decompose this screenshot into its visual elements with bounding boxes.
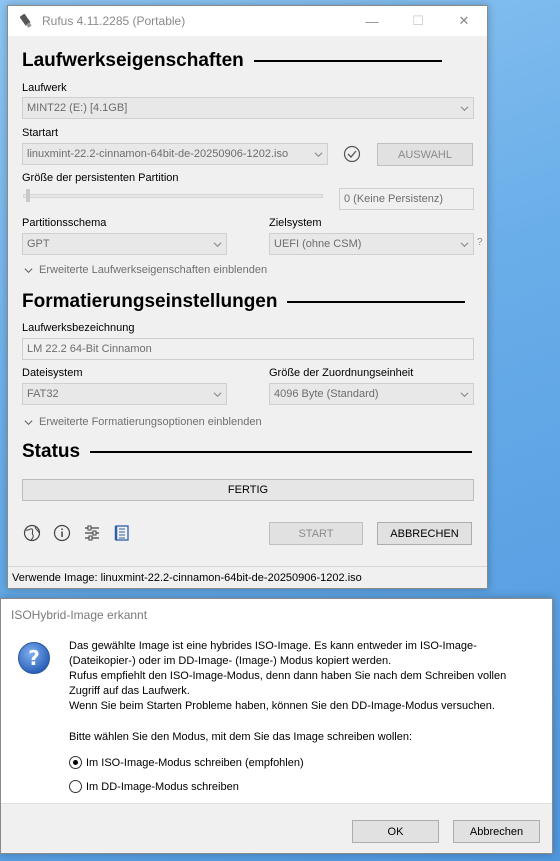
message-line: (Dateikopier-) oder im DD-Image- (Image-… — [69, 655, 392, 667]
target-system-help-icon[interactable]: ? — [477, 237, 483, 248]
chevron-down-icon — [460, 242, 469, 248]
select-image-button[interactable]: AUSWAHL — [377, 143, 473, 166]
status-heading: Status — [22, 441, 473, 463]
ok-button[interactable]: OK — [352, 820, 439, 843]
dialog-footer: OK Abbrechen — [1, 803, 552, 853]
dialog-title: ISOHybrid-Image erkannt — [11, 608, 148, 622]
advanced-format-toggle[interactable]: Erweiterte Formatierungsoptionen einblen… — [24, 416, 262, 428]
svg-text:?: ? — [28, 646, 40, 670]
dialog-prompt: Bitte wählen Sie den Modus, mit dem Sie … — [69, 731, 413, 743]
drive-properties-heading: Laufwerkseigenschaften — [22, 50, 442, 72]
status-bar-text: Verwende Image: linuxmint-22.2-cinnamon-… — [12, 571, 362, 584]
dialog-message: Das gewählte Image ist eine hybrides ISO… — [69, 639, 506, 714]
partition-scheme-select[interactable]: GPT — [22, 233, 227, 255]
question-icon: ? — [18, 642, 50, 674]
isohybrid-dialog: ISOHybrid-Image erkannt ? Das gewählte I… — [0, 598, 553, 854]
cluster-size-label: Größe der Zuordnungseinheit — [269, 367, 414, 379]
usb-drive-icon — [19, 13, 32, 28]
volume-label-input[interactable]: LM 22.2 64-Bit Cinnamon — [22, 338, 474, 360]
title-bar[interactable]: Rufus 4.11.2285 (Portable) — ☐ ✕ — [8, 6, 487, 36]
cancel-button[interactable]: ABBRECHEN — [377, 522, 472, 545]
radio-dd-mode[interactable]: Im DD-Image-Modus schreiben — [69, 780, 239, 793]
message-line: Wenn Sie beim Starten Probleme haben, kö… — [69, 700, 495, 712]
globe-icon[interactable] — [23, 524, 41, 542]
minimize-button[interactable]: — — [349, 6, 395, 36]
info-icon[interactable] — [53, 524, 71, 542]
close-button[interactable]: ✕ — [441, 6, 487, 36]
drive-label: Laufwerk — [22, 82, 67, 94]
partition-scheme-label: Partitionsschema — [22, 217, 107, 229]
cluster-size-select[interactable]: 4096 Byte (Standard) — [269, 383, 474, 405]
target-system-select[interactable]: UEFI (ohne CSM) — [269, 233, 474, 255]
chevron-down-icon — [24, 419, 33, 425]
persistent-partition-slider[interactable] — [23, 194, 323, 198]
boot-selection-select[interactable]: linuxmint-22.2-cinnamon-64bit-de-2025090… — [22, 143, 328, 165]
chevron-down-icon — [460, 106, 469, 112]
maximize-button[interactable]: ☐ — [395, 6, 441, 36]
boot-selection-label: Startart — [22, 127, 59, 139]
message-line: Zugriff auf das Laufwerk. — [69, 685, 190, 697]
target-system-label: Zielsystem — [269, 217, 322, 229]
window-title: Rufus 4.11.2285 (Portable) — [42, 14, 186, 28]
status-bar: Verwende Image: linuxmint-22.2-cinnamon-… — [8, 566, 487, 588]
start-button[interactable]: START — [269, 522, 363, 545]
message-line: Das gewählte Image ist eine hybrides ISO… — [69, 640, 477, 652]
drive-select[interactable]: MINT22 (E:) [4.1GB] — [22, 97, 474, 119]
advanced-drive-toggle[interactable]: Erweiterte Laufwerkseigenschaften einble… — [24, 264, 267, 276]
chevron-down-icon — [24, 267, 33, 273]
message-line: Rufus empfiehlt den ISO-Image-Modus, den… — [69, 670, 507, 682]
radio-dot[interactable] — [69, 756, 82, 769]
chevron-down-icon — [213, 242, 222, 248]
volume-label-label: Laufwerksbezeichnung — [22, 322, 135, 334]
slider-thumb[interactable] — [26, 189, 30, 202]
log-document-icon[interactable] — [113, 524, 131, 542]
chevron-down-icon — [314, 152, 323, 158]
radio-iso-mode[interactable]: Im ISO-Image-Modus schreiben (empfohlen) — [69, 756, 304, 769]
persistent-partition-size-field[interactable]: 0 (Keine Persistenz) — [339, 188, 474, 210]
chevron-down-icon — [460, 392, 469, 398]
rufus-window: Rufus 4.11.2285 (Portable) — ☐ ✕ Laufwer… — [7, 5, 488, 589]
chevron-down-icon — [213, 392, 222, 398]
progress-bar: FERTIG — [22, 479, 474, 501]
settings-sliders-icon[interactable] — [83, 524, 101, 542]
persistent-partition-label: Größe der persistenten Partition — [22, 172, 179, 184]
file-system-label: Dateisystem — [22, 367, 83, 379]
radio-dot[interactable] — [69, 780, 82, 793]
format-options-heading: Formatierungseinstellungen — [22, 291, 466, 313]
check-circle-icon[interactable] — [343, 145, 361, 163]
file-system-select[interactable]: FAT32 — [22, 383, 227, 405]
dialog-cancel-button[interactable]: Abbrechen — [453, 820, 540, 843]
